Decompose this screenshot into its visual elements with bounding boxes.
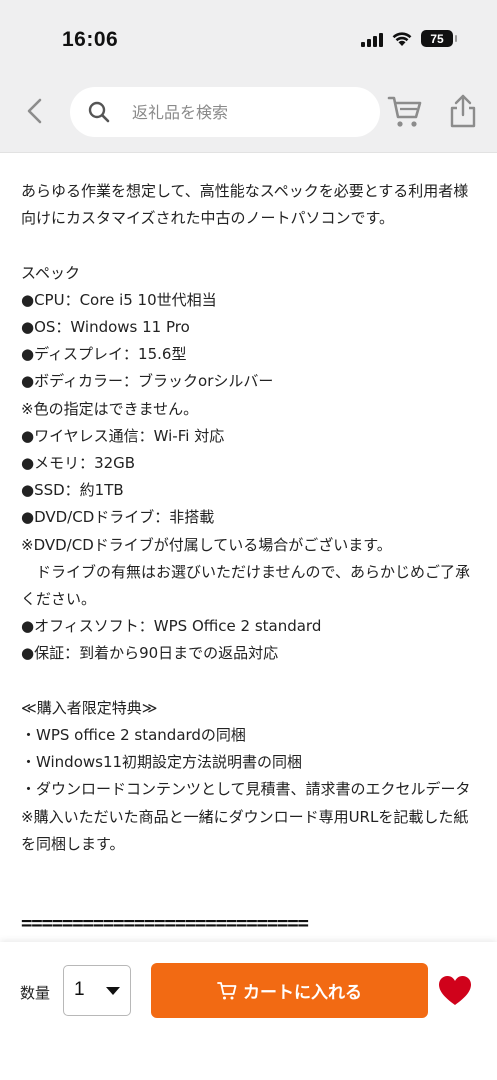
status-bar: 16:06 75 (0, 0, 497, 80)
spec-line: ●ボディカラー：ブラックorシルバー (21, 372, 274, 391)
caret-down-icon (106, 987, 120, 995)
url-note: ※購入いただいた商品と一緒にダウンロード専用URLを記載した紙を同梱します。 (21, 807, 469, 853)
quantity-label: 数量 (20, 984, 51, 1002)
chevron-left-icon (27, 98, 42, 124)
status-time: 16:06 (62, 28, 119, 51)
share-button[interactable] (448, 93, 478, 129)
add-to-cart-label: カートに入れる (243, 983, 362, 1003)
cart-button[interactable] (387, 93, 423, 129)
wifi-icon (392, 31, 412, 46)
favorite-button[interactable] (438, 975, 472, 1007)
spec-line: ●SSD：約1TB (21, 481, 124, 500)
header-bar (0, 80, 497, 153)
quantity-select[interactable]: 1 (63, 965, 131, 1016)
spec-line (21, 232, 481, 259)
back-button[interactable] (20, 96, 50, 126)
quantity-value: 1 (74, 979, 85, 1000)
bottom-action-bar: 数量 1 カートに入れる (0, 942, 497, 1080)
cellular-signal-icon (361, 31, 383, 47)
search-icon (88, 101, 110, 123)
drive-note: ドライブの有無はお選びいただけませんので、あらかじめご了承ください。 (21, 562, 470, 609)
bonus-line: ・WPS office 2 standardの同梱 (21, 726, 246, 745)
cart-icon (387, 96, 422, 127)
heart-icon (439, 976, 471, 1005)
separator-line: ============================ (21, 912, 309, 934)
bonus-heading: ≪購入者限定特典≫ (21, 698, 158, 717)
description-intro: あらゆる作業を想定して、高性能なスペックを必要とする利用者様向けにカスタマイズさ… (21, 182, 469, 228)
spec-line: ●DVD/CDドライブ：非搭載 (21, 508, 215, 527)
spec-heading: スペック (21, 263, 80, 282)
spec-line: ●オフィスソフト：WPS Office 2 standard (21, 617, 322, 636)
share-icon (450, 94, 476, 128)
spec-line: ●CPU：Core i5 10世代相当 (21, 290, 217, 309)
status-icons: 75 (361, 30, 457, 47)
spec-line: ※色の指定はできません。 (21, 399, 199, 418)
spec-line: ●ワイヤレス通信：Wi-Fi 対応 (21, 426, 225, 445)
spec-line: ●メモリ：32GB (21, 454, 136, 473)
search-input[interactable] (132, 97, 362, 127)
search-box[interactable] (70, 87, 380, 137)
cart-icon (217, 981, 237, 999)
spec-line: ●保証：到着から90日までの返品対応 (21, 644, 279, 663)
spec-line: ●ディスプレイ：15.6型 (21, 345, 187, 364)
spec-line: ●OS：Windows 11 Pro (21, 318, 190, 336)
spec-line (21, 668, 481, 695)
battery-icon: 75 (421, 30, 457, 47)
bonus-line: ・Windows11初期設定方法説明書の同梱 (21, 753, 303, 772)
spec-line: ※DVD/CDドライブが付属している場合がございます。 (21, 535, 392, 554)
product-description: あらゆる作業を想定して、高性能なスペックを必要とする利用者様向けにカスタマイズさ… (21, 178, 481, 858)
product-detail-page: 16:06 75 返礼品を検索 あらゆる作業を想定して、高性能なスペックを必要と… (0, 0, 497, 1080)
add-to-cart-button[interactable]: カートに入れる (151, 963, 428, 1018)
download-note: ・ダウンロードコンテンツとして見積書、請求書のエクセルデータ (21, 780, 471, 799)
